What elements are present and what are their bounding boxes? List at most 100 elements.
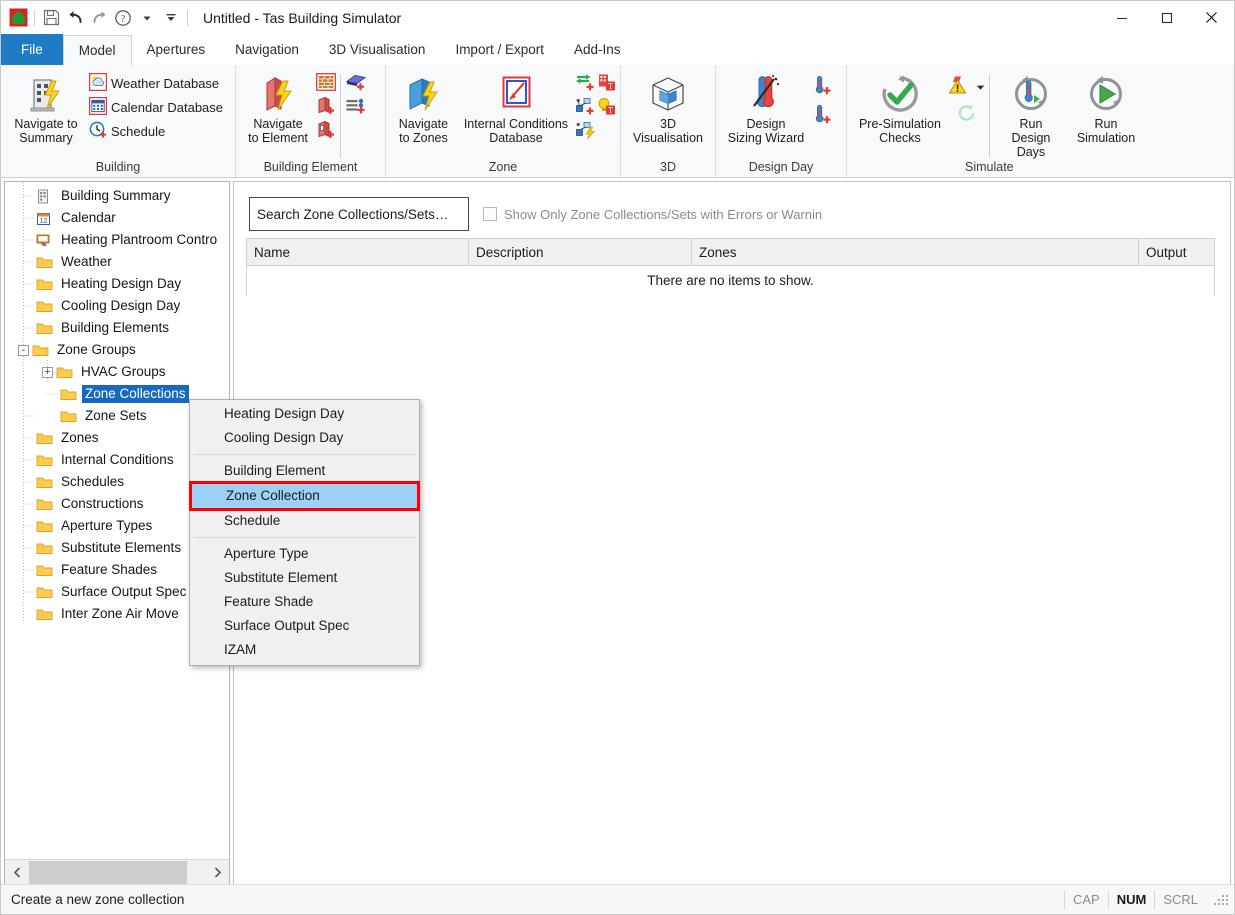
tree-item-label: Aperture Types [61, 518, 153, 533]
tree-item-label: Schedules [61, 474, 125, 489]
cooling-design-day-add-icon[interactable] [812, 104, 832, 128]
folder-icon [36, 475, 54, 489]
chevron-left-icon[interactable] [5, 861, 29, 885]
building-type-icon[interactable]: T [596, 73, 616, 95]
menu-item-building-element[interactable]: Building Element [190, 459, 419, 483]
tree-item-label: Surface Output Spec [61, 584, 187, 599]
navigate-to-summary-label: Navigate to Summary [14, 117, 78, 145]
minimize-button[interactable] [1099, 1, 1144, 34]
navigate-to-zones-button[interactable]: Navigate to Zones [390, 70, 457, 145]
calendar-database-button[interactable]: Calendar Database [87, 96, 225, 119]
tab-file[interactable]: File [1, 34, 63, 65]
scrollbar-thumb[interactable] [29, 861, 187, 884]
tab-3d-visualisation[interactable]: 3D Visualisation [314, 35, 441, 65]
customize-qat-icon[interactable] [160, 7, 182, 29]
help-dropdown-icon[interactable] [136, 7, 158, 29]
save-icon[interactable] [40, 7, 62, 29]
tab-add-ins[interactable]: Add-Ins [559, 35, 636, 65]
tree-item-label: Cooling Design Day [61, 298, 181, 313]
tree-item-label: Feature Shades [61, 562, 158, 577]
tree-expander-collapse[interactable]: - [18, 344, 29, 356]
3d-visualisation-button[interactable]: 3D Visualisation [625, 70, 711, 145]
pre-simulation-checks-icon [878, 72, 922, 116]
column-header-description[interactable]: Description [469, 239, 692, 265]
tree-item-building-summary[interactable]: Building Summary [5, 185, 229, 207]
folder-icon [36, 255, 54, 269]
navigate-to-summary-button[interactable]: Navigate to Summary [5, 70, 87, 145]
run-simulation-button[interactable]: Run Simulation [1068, 70, 1144, 145]
undo-icon[interactable] [64, 7, 86, 29]
tree-item-label: Weather [61, 254, 112, 269]
maximize-button[interactable] [1144, 1, 1189, 34]
weather-database-button[interactable]: Weather Database [87, 72, 225, 95]
refresh-icon[interactable] [956, 103, 978, 126]
folder-icon [36, 519, 54, 533]
tree-item-building-elements[interactable]: Building Elements [5, 317, 229, 339]
surface-output-spec-add-icon[interactable] [345, 97, 367, 119]
izam-add-icon[interactable] [575, 73, 596, 95]
simulate-icon-stack [948, 70, 985, 126]
menu-item-schedule[interactable]: Schedule [190, 509, 419, 533]
status-message: Create a new zone collection [11, 892, 185, 907]
tree-item-label: Internal Conditions [61, 452, 174, 467]
tree-item-zone-groups[interactable]: - Zone Groups [5, 339, 229, 361]
pre-simulation-checks-button[interactable]: Pre-Simulation Checks [851, 70, 949, 145]
errors-warnings-filter[interactable]: Show Only Zone Collections/Sets with Err… [483, 207, 822, 222]
menu-item-heating-design-day[interactable]: Heating Design Day [190, 402, 419, 426]
heating-design-day-add-icon[interactable] [812, 75, 832, 99]
tree-item-heating-plantroom-control[interactable]: Heating Plantroom Contro [5, 229, 229, 251]
status-indicators: CAP NUM SCRL [1063, 885, 1234, 914]
tree-item-hvac-groups[interactable]: + HVAC Groups [5, 361, 229, 383]
tree-expander-expand[interactable]: + [42, 366, 53, 378]
menu-item-substitute-element[interactable]: Substitute Element [190, 566, 419, 590]
app-home-icon[interactable] [7, 7, 29, 29]
aperture-add-icon[interactable] [316, 120, 336, 142]
folder-icon [36, 321, 54, 335]
ribbon-group-zone-title: Zone [488, 160, 518, 174]
tree-item-heating-design-day[interactable]: Heating Design Day [5, 273, 229, 295]
close-button[interactable] [1189, 1, 1234, 34]
feature-shade-add-icon[interactable] [345, 73, 367, 95]
search-input[interactable]: Search Zone Collections/Sets… [249, 197, 469, 231]
lighting-type-icon[interactable]: T [596, 97, 616, 119]
new-item-context-menu[interactable]: Heating Design Day Cooling Design Day Bu… [189, 399, 420, 666]
tab-apertures[interactable]: Apertures [132, 35, 221, 65]
design-sizing-wizard-button[interactable]: Design Sizing Wizard [720, 70, 812, 145]
menu-item-cooling-design-day[interactable]: Cooling Design Day [190, 426, 419, 450]
chevron-right-icon[interactable] [205, 861, 229, 885]
tree-horizontal-scrollbar[interactable] [5, 859, 229, 885]
tree-item-label: Substitute Elements [61, 540, 182, 555]
construction-icon[interactable] [316, 73, 336, 94]
folder-icon [36, 431, 54, 445]
resize-grip-icon[interactable] [1212, 891, 1230, 909]
internal-conditions-database-button[interactable]: Internal Conditions Database [457, 70, 575, 145]
zone-set-add-icon[interactable] [575, 97, 596, 119]
menu-item-surface-output-spec[interactable]: Surface Output Spec [190, 614, 419, 638]
tree-item-weather[interactable]: Weather [5, 251, 229, 273]
menu-item-zone-collection[interactable]: Zone Collection [189, 481, 420, 511]
warning-icon[interactable] [948, 75, 971, 98]
menu-item-izam[interactable]: IZAM [190, 638, 419, 662]
tab-model[interactable]: Model [62, 35, 132, 66]
schedule-button[interactable]: Schedule [87, 120, 225, 143]
menu-item-aperture-type[interactable]: Aperture Type [190, 542, 419, 566]
help-icon[interactable]: ? [112, 7, 134, 29]
column-header-output[interactable]: Output [1139, 239, 1214, 265]
menu-item-feature-shade[interactable]: Feature Shade [190, 590, 419, 614]
warning-dropdown-icon[interactable] [976, 75, 985, 95]
redo-icon[interactable] [88, 7, 110, 29]
tree-item-calendar[interactable]: 12 Calendar [5, 207, 229, 229]
navigate-to-element-label: Navigate to Element [248, 117, 308, 145]
tree-item-cooling-design-day[interactable]: Cooling Design Day [5, 295, 229, 317]
qat-separator [34, 9, 35, 26]
column-header-zones[interactable]: Zones [692, 239, 1139, 265]
errors-warnings-checkbox[interactable] [483, 207, 497, 221]
run-design-days-button[interactable]: Run Design Days [994, 70, 1068, 159]
navigate-to-element-button[interactable]: Navigate to Element [240, 70, 316, 145]
tab-navigation[interactable]: Navigation [220, 35, 314, 65]
tree-item-label: Heating Design Day [61, 276, 182, 291]
wall-add-icon[interactable] [316, 96, 336, 118]
tab-import-export[interactable]: Import / Export [440, 35, 559, 65]
column-header-name[interactable]: Name [247, 239, 469, 265]
zone-group-lightning-icon[interactable] [575, 121, 596, 143]
